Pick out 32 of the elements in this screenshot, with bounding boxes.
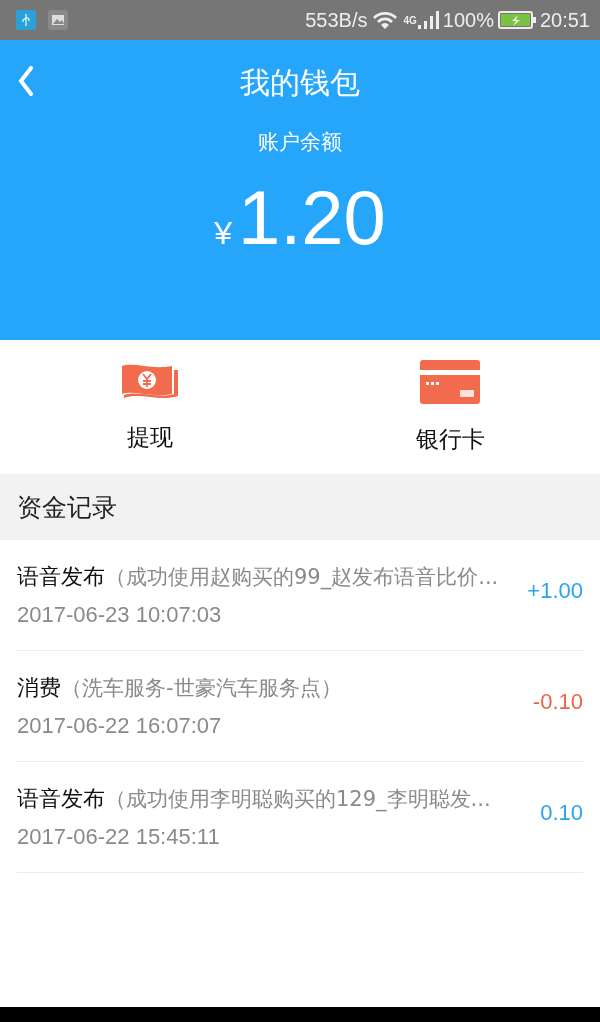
section-title: 资金记录 [17,491,117,524]
battery-percent: 100% [442,8,494,32]
battery-icon [497,11,536,29]
record-amount: +1.00 [527,578,583,604]
record-time: 2017-06-22 15:45:11 [17,824,221,850]
network-type: 4G [403,14,417,26]
currency-sign: ¥ [214,215,232,252]
record-item[interactable]: 消费（洗车服务-世豪汽车服务点） 2017-06-22 16:07:07 -0.10 [17,651,583,762]
record-amount: -0.10 [532,689,583,715]
record-description: （成功使用李明聪购买的129_李明聪发... [105,787,491,811]
network-speed: 553B/s [305,8,368,32]
record-type: 消费 [17,675,61,700]
usb-icon [16,10,36,30]
record-description: （成功使用赵购买的99_赵发布语音比价... [105,565,499,589]
wifi-icon [371,9,400,31]
balance-amount: 1.20 [237,178,386,258]
balance-label: 账户余额 [258,129,342,156]
record-item[interactable]: 语音发布（成功使用赵购买的99_赵发布语音比价... 2017-06-23 10:07:03 +1.00 [17,540,583,651]
signal-icon [416,10,439,30]
record-time: 2017-06-22 16:07:07 [17,713,223,739]
back-button[interactable] [18,66,34,96]
clock: 20:51 [539,8,590,32]
record-type: 语音发布 [17,564,105,589]
back-icon [18,66,34,96]
image-icon [48,10,68,30]
record-item[interactable]: 语音发布（成功使用李明聪购买的129_李明聪发... 2017-06-22 15:45:11 0.10 [17,762,583,873]
bank-card-icon [420,359,480,404]
page-title: 我的钱包 [240,63,360,102]
record-time: 2017-06-23 10:07:03 [17,602,223,628]
record-type: 语音发布 [17,786,105,811]
record-description: （洗车服务-世豪汽车服务点） [61,676,342,700]
record-amount: 0.10 [540,800,583,826]
